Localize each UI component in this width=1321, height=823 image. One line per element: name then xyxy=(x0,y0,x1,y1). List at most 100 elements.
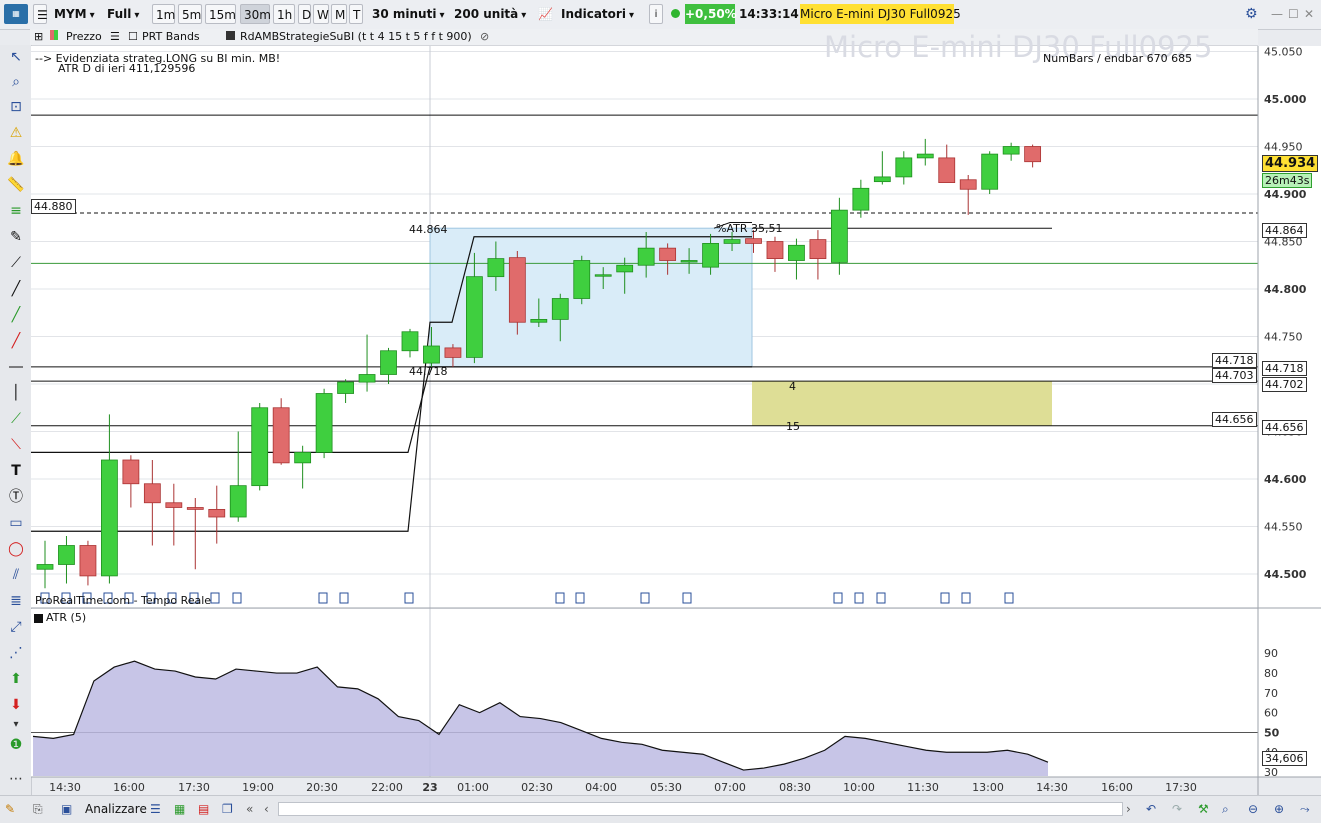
tools-icon[interactable]: ⚒ xyxy=(1198,799,1216,819)
candle-body xyxy=(745,238,762,244)
atr-legend[interactable]: ATR (5) xyxy=(34,611,86,624)
countdown-tag: 26m43s xyxy=(1262,173,1313,188)
candle-body xyxy=(1002,146,1020,155)
x-tick-label: 08:30 xyxy=(779,781,811,794)
x-tick-label: 14:30 xyxy=(49,781,81,794)
x-tick-label: 05:30 xyxy=(650,781,682,794)
candle-body xyxy=(616,264,634,273)
x-tick-label: 19:00 xyxy=(242,781,274,794)
calculator-icon[interactable]: ▦ xyxy=(174,799,192,819)
zoom-in-icon[interactable]: ⊕ xyxy=(1274,799,1292,819)
last-price-tag: 44.934 xyxy=(1262,155,1319,172)
candle-body xyxy=(358,374,376,383)
x-tick-label: 02:30 xyxy=(521,781,553,794)
atr-swatch-icon xyxy=(34,613,43,623)
scroll-right-icon[interactable]: › xyxy=(1126,799,1138,819)
share-icon[interactable]: ⎘ xyxy=(33,799,51,819)
candle-body xyxy=(852,187,870,211)
candle-body xyxy=(916,153,934,159)
candle-body xyxy=(938,157,956,183)
x-tick-label: 01:00 xyxy=(457,781,489,794)
candle-body xyxy=(487,258,505,278)
redo-icon[interactable]: ↷ xyxy=(1172,799,1190,819)
box-44656: 44.656 xyxy=(1212,412,1257,427)
candle-body xyxy=(530,318,548,323)
candle-body xyxy=(766,241,784,260)
autozoom-icon[interactable]: ⌕ xyxy=(1222,799,1240,819)
candle-body xyxy=(58,545,75,565)
candle-body xyxy=(186,507,204,510)
candle-body xyxy=(873,176,891,183)
y-tick-label: 44.750 xyxy=(1264,331,1303,344)
atr-tick-label: 90 xyxy=(1264,647,1278,660)
label-44864: 44.864 xyxy=(409,223,448,236)
candle-body xyxy=(702,242,719,268)
analyze-icon[interactable]: ▣ xyxy=(61,799,79,819)
x-tick-label: 13:00 xyxy=(972,781,1004,794)
candle-body xyxy=(659,247,677,261)
x-tick-label: 22:00 xyxy=(371,781,403,794)
atr-note: ATR D di ieri 411,129596 xyxy=(58,62,196,75)
candle-body xyxy=(809,239,827,260)
scroll-left-fast-icon[interactable]: « xyxy=(246,799,258,819)
x-tick-label: 07:00 xyxy=(714,781,746,794)
candle-body xyxy=(723,239,741,244)
candle-body xyxy=(551,298,569,320)
windows-icon[interactable]: ❐ xyxy=(222,799,240,819)
candle-body xyxy=(573,260,591,299)
atr-tick-label: 70 xyxy=(1264,687,1278,700)
label-atr-percent: %ATR 35,51 xyxy=(716,222,783,235)
y-tick-label: 45.050 xyxy=(1264,46,1303,59)
x-tick-label: 17:30 xyxy=(1165,781,1197,794)
candle-body xyxy=(1024,146,1042,163)
candle-body xyxy=(594,274,612,277)
candle-body xyxy=(508,257,526,323)
candle-body xyxy=(337,381,354,394)
atr-legend-label: ATR (5) xyxy=(46,611,87,624)
y-tick-label: 44.900 xyxy=(1264,188,1307,201)
atr-tick-label: 60 xyxy=(1264,707,1278,720)
candle-body xyxy=(444,347,462,358)
candle-body xyxy=(165,502,183,508)
candle-body xyxy=(830,209,848,263)
candle-body xyxy=(401,331,419,352)
candle-body xyxy=(788,244,805,261)
candle-body xyxy=(122,459,140,485)
price-chart[interactable]: 44.50044.55044.60044.65044.70044.75044.8… xyxy=(0,0,1321,795)
bottom-bar: ✎ ⎘ ▣ Analizzare ☰ ▦ ▤ ❐ « ‹ › ↶ ↷ ⚒ ⌕ ⊖… xyxy=(0,795,1321,823)
y-tick-label: 44.600 xyxy=(1264,473,1307,486)
y-tick-label: 44.950 xyxy=(1264,141,1303,154)
label-44718: 44.718 xyxy=(409,365,448,378)
candle-body xyxy=(959,179,977,190)
atr-tick-label: 80 xyxy=(1264,667,1278,680)
candle-body xyxy=(143,483,161,504)
x-tick-label: 17:30 xyxy=(178,781,210,794)
horizontal-scrollbar[interactable] xyxy=(278,802,1123,816)
x-tick-label: 11:30 xyxy=(907,781,939,794)
screener-icon[interactable]: ☰ xyxy=(150,799,168,819)
analyze-button[interactable]: Analizzare xyxy=(85,799,147,819)
y-tick-label: 44.800 xyxy=(1264,283,1307,296)
table-icon[interactable]: ▤ xyxy=(198,799,216,819)
candle-body xyxy=(101,459,118,577)
x-tick-label: 16:00 xyxy=(113,781,145,794)
atr-tick-label: 50 xyxy=(1264,726,1280,739)
candle-body xyxy=(981,153,999,190)
box-44880: 44.880 xyxy=(31,199,76,214)
x-tick-label: 20:30 xyxy=(306,781,338,794)
candle-body xyxy=(423,345,440,364)
candle-body xyxy=(680,260,698,263)
scroll-left-icon[interactable]: ‹ xyxy=(264,799,276,819)
undo-icon[interactable]: ↶ xyxy=(1146,799,1164,819)
source-label: ProRealTime.com - Tempo Reale xyxy=(35,594,212,607)
zoom-out-icon[interactable]: ⊖ xyxy=(1248,799,1266,819)
x-tick-label: 23 xyxy=(422,781,437,794)
candle-body xyxy=(895,157,913,178)
label-15: 15 xyxy=(786,420,800,433)
y-tick-label: 45.000 xyxy=(1264,93,1307,106)
x-tick-label: 16:00 xyxy=(1101,781,1133,794)
axis-tag-44656: 44.656 xyxy=(1262,420,1307,435)
label-4: 4 xyxy=(789,380,796,393)
draw-tool-icon[interactable]: ✎ xyxy=(5,799,23,819)
scroll-end-icon[interactable]: ⤳ xyxy=(1300,799,1318,819)
